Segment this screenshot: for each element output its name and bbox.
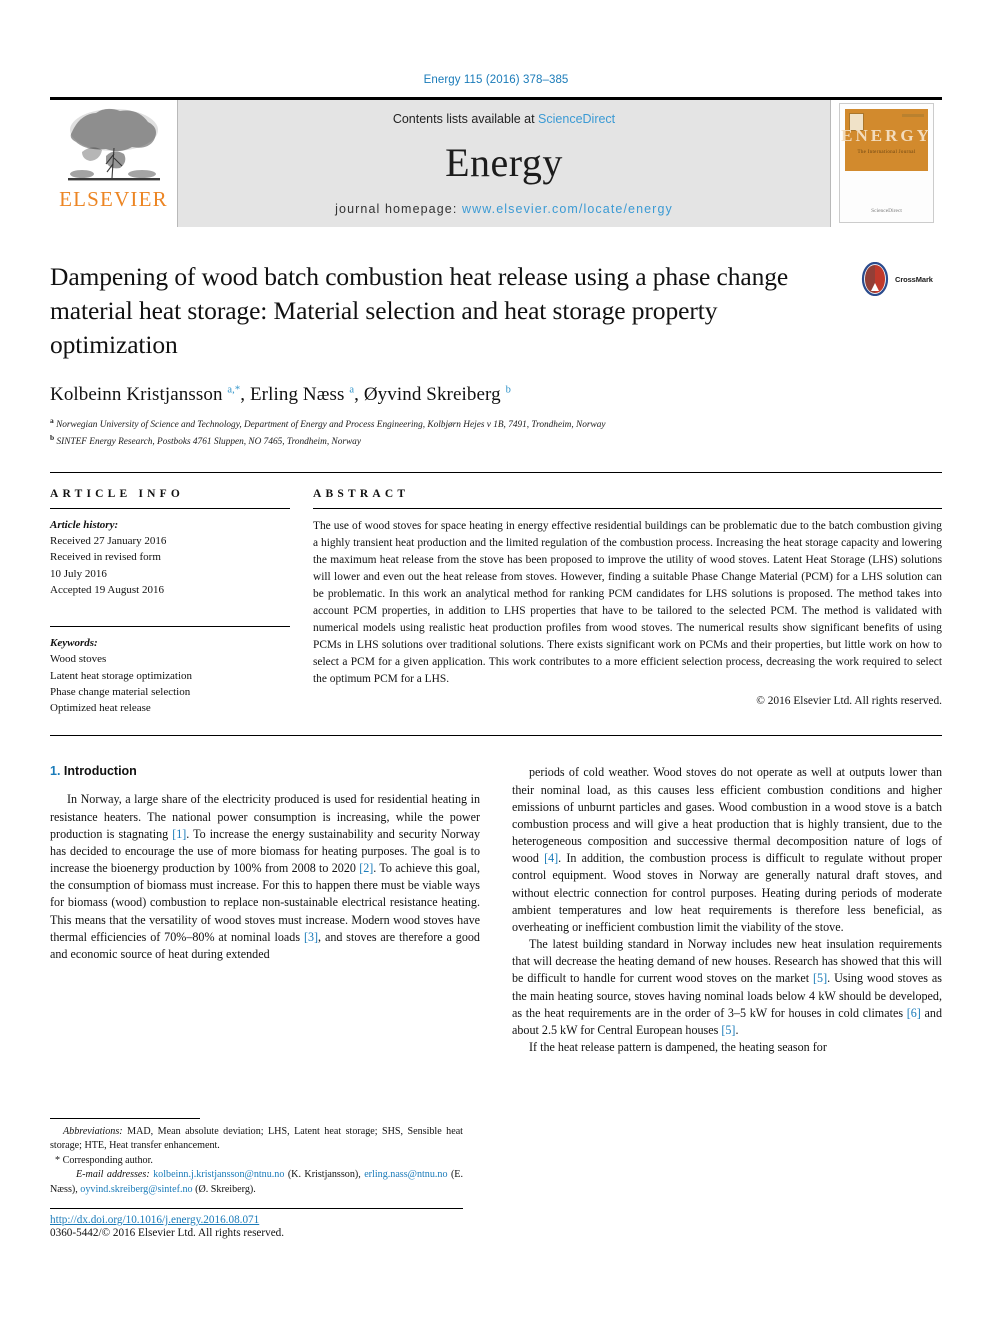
elsevier-wordmark: ELSEVIER	[59, 187, 168, 211]
article-info-heading: ARTICLE INFO	[50, 487, 185, 500]
abstract-column: ABSTRACT The use of wood stoves for spac…	[313, 488, 942, 717]
footnote-area: Abbreviations: MAD, Mean absolute deviat…	[50, 1118, 463, 1197]
affiliation-item: b SINTEF Energy Research, Postboks 4761 …	[50, 432, 942, 450]
body-columns: 1. Introduction In Norway, a large share…	[50, 764, 942, 1056]
article-page: Energy 115 (2016) 378–385 ELSEVIER Conte…	[0, 0, 992, 1323]
article-info-column: ARTICLE INFO Article history: Received 2…	[50, 488, 290, 717]
keywords-label: Keywords:	[50, 637, 98, 650]
corresponding-author-text: Corresponding author.	[62, 1154, 153, 1166]
affiliation-mark: b	[50, 433, 55, 443]
email-owner: (K. Kristjansson)	[287, 1169, 359, 1181]
abstract-text: The use of wood stoves for space heating…	[313, 519, 942, 685]
contents-available-line: Contents lists available at ScienceDirec…	[393, 112, 615, 126]
journal-cover-cell: ENERGY The International Journal Science…	[830, 100, 942, 227]
author-list: Kolbeinn Kristjansson a,*, Erling Næss a…	[50, 384, 942, 406]
body-column-right: periods of cold weather. Wood stoves do …	[512, 764, 942, 1056]
crossmark-label: CrossMark	[895, 274, 933, 284]
elsevier-logo-cell: ELSEVIER	[50, 100, 178, 227]
corresponding-author-footnote: * Corresponding author.	[50, 1154, 463, 1168]
email-link[interactable]: kolbeinn.j.kristjansson@ntnu.no	[153, 1169, 284, 1180]
citation-link[interactable]: [6]	[907, 1006, 921, 1020]
article-info-rule	[50, 507, 290, 509]
running-head: Energy 115 (2016) 378–385	[423, 74, 569, 86]
paragraph: periods of cold weather. Wood stoves do …	[512, 765, 943, 934]
keyword-item: Latent heat storage optimization	[50, 669, 193, 682]
keyword-item: Optimized heat release	[50, 702, 151, 715]
journal-cover-thumbnail: ENERGY The International Journal Science…	[839, 103, 934, 223]
authors-html-target: Kolbeinn Kristjansson a,*, Erling Næss a…	[50, 383, 511, 405]
article-history-label: Article history:	[50, 518, 119, 531]
affiliation-text: SINTEF Energy Research, Postboks 4761 Sl…	[56, 437, 361, 448]
footnote-divider	[50, 1118, 200, 1119]
section-title-text: Introduction	[63, 764, 137, 779]
keyword-item: Wood stoves	[50, 653, 107, 666]
cover-footer-text: ScienceDirect	[871, 208, 902, 214]
abbreviations-label: Abbreviations:	[63, 1126, 123, 1137]
abstract-rule	[313, 507, 942, 509]
citation-link[interactable]: [4]	[544, 851, 558, 865]
citation-link[interactable]: [5]	[721, 1023, 735, 1037]
asterisk-icon: *	[55, 1154, 61, 1166]
citation-link[interactable]: [3]	[304, 930, 318, 944]
doi-link[interactable]: http://dx.doi.org/10.1016/j.energy.2016.…	[50, 1214, 470, 1226]
history-item: Received 27 January 2016	[50, 534, 167, 547]
keywords-rule	[50, 626, 290, 628]
cover-journal-title: ENERGY	[841, 126, 932, 145]
cover-journal-subtitle: The International Journal	[857, 150, 916, 155]
info-abstract-row: ARTICLE INFO Article history: Received 2…	[50, 488, 942, 717]
journal-banner: Contents lists available at ScienceDirec…	[178, 100, 830, 227]
keywords-block: Keywords: Wood stoves Latent heat storag…	[50, 635, 290, 716]
journal-homepage-line: journal homepage: www.elsevier.com/locat…	[335, 202, 673, 216]
email-label: E-mail addresses:	[76, 1169, 150, 1181]
journal-masthead: ELSEVIER Contents lists available at Sci…	[50, 97, 942, 227]
body-column-left: 1. Introduction In Norway, a large share…	[50, 764, 480, 1056]
email-owner: (Ø. Skreiberg)	[195, 1183, 254, 1195]
crossmark-icon	[861, 262, 889, 296]
affiliation-mark: a	[50, 415, 54, 425]
contents-prefix: Contents lists available at	[392, 112, 539, 126]
citation-link[interactable]: [2]	[359, 861, 373, 875]
article-history-block: Article history: Received 27 January 201…	[50, 517, 290, 598]
paragraph: In Norway, a large share of the electric…	[50, 792, 480, 961]
email-link[interactable]: erling.nass@ntnu.no	[364, 1169, 447, 1180]
affiliation-list: a Norwegian University of Science and Te…	[50, 415, 942, 450]
abbreviations-footnote: Abbreviations: MAD, Mean absolute deviat…	[50, 1125, 463, 1154]
sciencedirect-link[interactable]: ScienceDirect	[538, 112, 615, 126]
paragraph: If the heat release pattern is dampened,…	[529, 1040, 827, 1055]
history-item: Accepted 19 August 2016	[50, 583, 164, 596]
footer-divider	[50, 1208, 463, 1209]
history-item: 10 July 2016	[50, 567, 107, 580]
footer-block: http://dx.doi.org/10.1016/j.energy.2016.…	[50, 1208, 470, 1239]
email-footnote: E-mail addresses: kolbeinn.j.kristjansso…	[50, 1169, 463, 1195]
title-block: Dampening of wood batch combustion heat …	[50, 260, 942, 362]
journal-homepage-link[interactable]: www.elsevier.com/locate/energy	[462, 202, 673, 216]
section-number: 1.	[50, 764, 61, 779]
affiliation-item: a Norwegian University of Science and Te…	[50, 415, 942, 433]
info-divider-bottom	[50, 735, 942, 737]
journal-title: Energy	[445, 140, 563, 185]
abstract-copyright: © 2016 Elsevier Ltd. All rights reserved…	[756, 694, 942, 707]
page-title: Dampening of wood batch combustion heat …	[50, 262, 789, 359]
issn-copyright-line: 0360-5442/© 2016 Elsevier Ltd. All right…	[50, 1227, 285, 1239]
citation-link[interactable]: [1]	[172, 827, 186, 841]
history-item: Received in revised form	[50, 551, 161, 564]
section-heading-introduction: 1. Introduction	[50, 764, 480, 778]
homepage-prefix: journal homepage:	[335, 202, 462, 216]
crossmark-badge[interactable]: CrossMark	[858, 260, 942, 296]
paragraph: The latest building standard in Norway i…	[512, 937, 942, 1037]
elsevier-tree-icon	[67, 108, 160, 181]
affiliation-text: Norwegian University of Science and Tech…	[56, 419, 606, 430]
email-link[interactable]: oyvind.skreiberg@sintef.no	[80, 1184, 192, 1195]
title-text-wrap: Dampening of wood batch combustion heat …	[50, 260, 858, 362]
citation-link[interactable]: [5]	[813, 971, 827, 985]
keyword-item: Phase change material selection	[50, 685, 191, 698]
info-divider-top	[50, 471, 942, 473]
cover-issn-bar	[902, 114, 924, 117]
abstract-heading: ABSTRACT	[313, 487, 410, 500]
